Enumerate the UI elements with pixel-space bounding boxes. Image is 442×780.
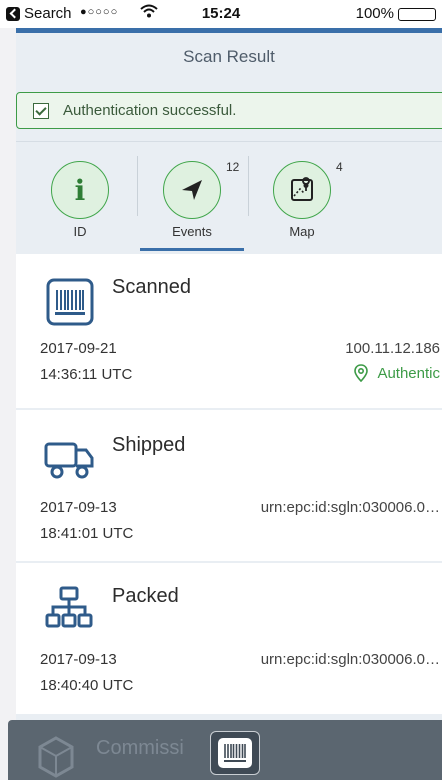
cube-icon (34, 734, 78, 780)
event-date: 2017-09-13 (40, 651, 117, 668)
scan-button[interactable] (210, 731, 260, 775)
hierarchy-icon (44, 585, 96, 637)
nav-header: Scan Result (16, 33, 442, 79)
navigation-arrow-icon (163, 161, 221, 219)
barcode-scan-icon (218, 738, 252, 768)
event-location: 100.11.12.186 (345, 340, 440, 357)
event-date: 2017-09-13 (40, 499, 117, 516)
event-title: Shipped (112, 434, 186, 456)
tab-events[interactable]: 12 Events (140, 142, 244, 253)
tab-separator (248, 156, 249, 216)
event-card-shipped[interactable]: Shipped 2017-09-13 urn:epc:id:sgln:03000… (16, 410, 442, 561)
map-icon (273, 161, 331, 219)
event-time: 18:41:01 UTC (40, 525, 134, 542)
page-title: Scan Result (183, 47, 275, 66)
info-icon: i (51, 161, 109, 219)
tab-separator (137, 156, 138, 216)
alert-message: Authentication successful. (63, 102, 237, 119)
success-alert: Authentication successful. (16, 92, 442, 129)
location-pin-icon (354, 364, 369, 382)
authentic-status: Authentic (353, 364, 440, 382)
tab-bar: i ID 12 Events 4 Map (16, 142, 442, 253)
barcode-scan-icon (44, 276, 96, 328)
map-count-badge: 4 (336, 160, 343, 174)
active-tab-indicator (140, 248, 244, 251)
event-title: Commissi (96, 737, 184, 759)
battery-icon (398, 8, 436, 21)
tab-map[interactable]: 4 Map (250, 142, 354, 253)
truck-icon (44, 434, 96, 486)
event-time: 18:40:40 UTC (40, 677, 134, 694)
events-count-badge: 12 (226, 160, 240, 174)
tab-label-events: Events (172, 224, 212, 239)
event-card-scanned[interactable]: Scanned 2017-09-21 100.11.12.186 14:36:1… (16, 254, 442, 408)
main-content: Authentication successful. i ID 12 Event… (16, 79, 442, 780)
svg-text:i: i (75, 174, 86, 207)
event-location: urn:epc:id:sgln:030006.0… (260, 651, 440, 668)
event-card-packed[interactable]: Packed 2017-09-13 urn:epc:id:sgln:030006… (16, 563, 442, 714)
authentic-label: Authentic (377, 364, 440, 382)
checkbox-check-icon (33, 102, 49, 119)
tab-label-map: Map (289, 224, 315, 239)
event-date: 2017-09-21 (40, 340, 117, 357)
event-time: 14:36:11 UTC (40, 366, 133, 383)
event-title: Packed (112, 585, 179, 607)
event-location: urn:epc:id:sgln:030006.0… (260, 499, 440, 516)
status-bar: Search ●○○○○ 15:24 100% (0, 0, 442, 28)
tab-id[interactable]: i ID (28, 142, 132, 253)
tab-label-id: ID (73, 224, 87, 239)
event-title: Scanned (112, 276, 191, 298)
battery-percentage: 100% (355, 5, 394, 22)
